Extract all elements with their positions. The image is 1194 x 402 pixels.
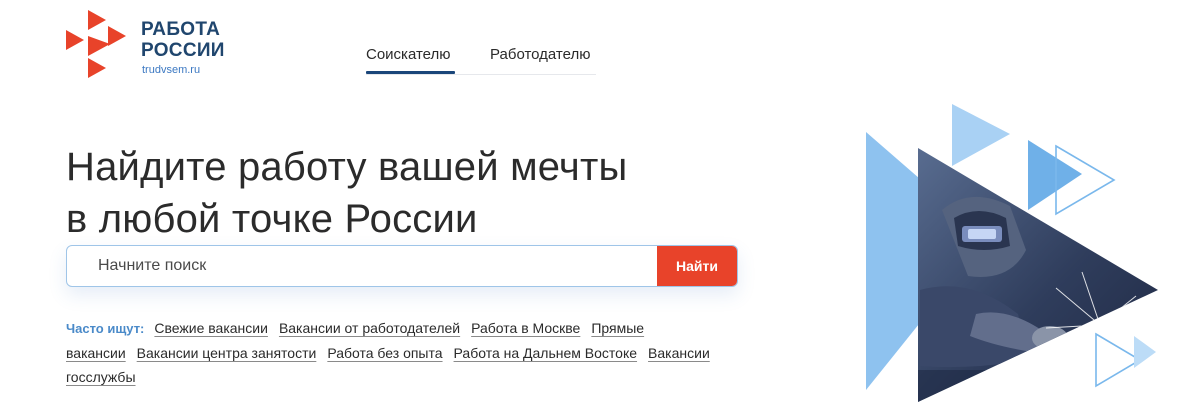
page-title-line1: Найдите работу вашей мечты [66, 144, 628, 189]
audience-tabs: Соискателю Работодателю [366, 44, 596, 75]
popular-link[interactable]: Работа на Дальнем Востоке [454, 345, 638, 361]
triangle-decor [952, 104, 1010, 166]
search-form: Найти [66, 245, 738, 287]
triangle-decor [1028, 140, 1082, 210]
page-title: Найдите работу вашей мечты в любой точке… [66, 141, 786, 245]
active-tab-indicator [366, 71, 455, 74]
popular-link[interactable]: Работа без опыта [327, 345, 442, 361]
logo-title: РАБОТА РОССИИ [141, 19, 225, 61]
popular-link[interactable]: Вакансии центра занятости [137, 345, 317, 361]
popular-link[interactable]: Вакансии от работодателей [279, 320, 460, 336]
tab-job-seeker[interactable]: Соискателю [366, 46, 451, 63]
page-title-line2: в любой точке России [66, 196, 478, 241]
hero-illustration [866, 104, 1158, 402]
triangle-decor [1134, 336, 1156, 368]
tab-employer[interactable]: Работодателю [490, 46, 590, 63]
search-input[interactable] [67, 246, 655, 286]
triangle-outline [1095, 332, 1142, 388]
popular-searches: Часто ищут: Свежие вакансии Вакансии от ра… [66, 316, 746, 389]
site-logo[interactable]: РАБОТА РОССИИ trudvsem.ru [62, 10, 252, 80]
popular-link[interactable]: Работа в Москве [471, 320, 580, 336]
logo-subtitle: trudvsem.ru [142, 64, 201, 76]
popular-link[interactable]: Свежие вакансии [154, 320, 268, 336]
popular-searches-label: Часто ищут: [66, 321, 145, 336]
logo-triangles-icon [66, 10, 126, 78]
page: РАБОТА РОССИИ trudvsem.ru Соискателю Раб… [0, 0, 1194, 402]
search-button[interactable]: Найти [657, 246, 737, 286]
